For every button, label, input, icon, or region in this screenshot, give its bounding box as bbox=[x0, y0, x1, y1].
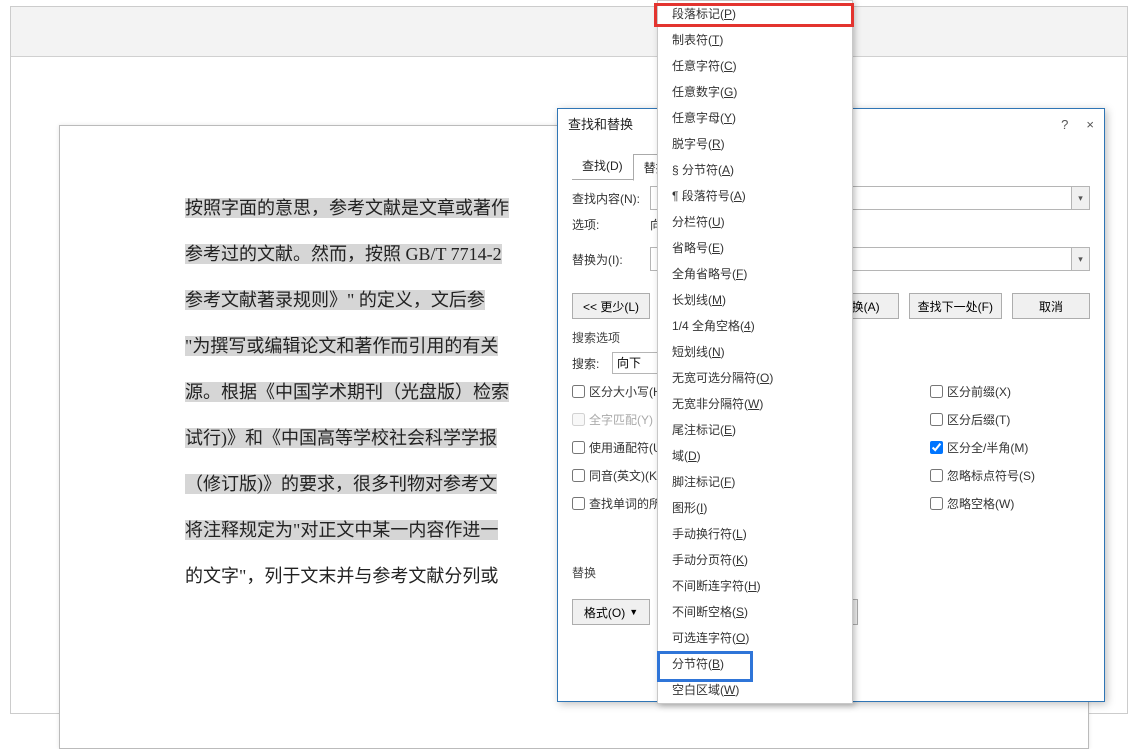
checkbox-label: 区分大小写(H) bbox=[589, 383, 666, 400]
special-menu-item[interactable]: 1/4 全角空格(4) bbox=[658, 313, 852, 339]
checkbox-fullhalf[interactable]: 区分全/半角(M) bbox=[930, 436, 1090, 458]
checkbox-label: 使用通配符(U) bbox=[589, 439, 666, 456]
format-button[interactable]: 格式(O)▼ bbox=[572, 599, 650, 625]
less-button[interactable]: << 更少(L) bbox=[572, 293, 650, 319]
special-menu-item[interactable]: 短划线(N) bbox=[658, 339, 852, 365]
special-menu-item[interactable]: 不间断空格(S) bbox=[658, 599, 852, 625]
checkbox-label: 忽略空格(W) bbox=[947, 495, 1014, 512]
doc-line: 的文字"，列于文末并与参考文献分列或 bbox=[185, 553, 555, 599]
cancel-button[interactable]: 取消 bbox=[1012, 293, 1090, 319]
find-label: 查找内容(N): bbox=[572, 190, 650, 207]
checkbox-input-allforms[interactable] bbox=[572, 497, 585, 510]
checkbox-suffix[interactable]: 区分后缀(T) bbox=[930, 408, 1090, 430]
find-next-button[interactable]: 查找下一处(F) bbox=[909, 293, 1002, 319]
special-menu-item[interactable]: 段落标记(P) bbox=[658, 1, 852, 27]
ribbon-placeholder bbox=[11, 7, 1127, 57]
checkbox-input-wildcard[interactable] bbox=[572, 441, 585, 454]
special-menu-item[interactable]: 长划线(M) bbox=[658, 287, 852, 313]
special-menu-item[interactable]: 省略号(E) bbox=[658, 235, 852, 261]
dialog-title: 查找和替换 bbox=[568, 109, 633, 141]
tab-find[interactable]: 查找(D) bbox=[572, 153, 633, 180]
special-menu-item[interactable]: 手动换行符(L) bbox=[658, 521, 852, 547]
doc-line: 将注释规定为"对正文中某一内容作进一 bbox=[185, 507, 555, 553]
replace-label: 替换为(I): bbox=[572, 251, 650, 268]
special-menu-item[interactable]: 域(D) bbox=[658, 443, 852, 469]
special-menu-item[interactable]: 分栏符(U) bbox=[658, 209, 852, 235]
special-menu-item[interactable]: 全角省略号(F) bbox=[658, 261, 852, 287]
checkbox-label: 区分后缀(T) bbox=[947, 411, 1010, 428]
checkbox-input-homophone[interactable] bbox=[572, 469, 585, 482]
checkbox-label: 全字匹配(Y) bbox=[589, 411, 653, 428]
special-menu-item[interactable]: 不间断连字符(H) bbox=[658, 573, 852, 599]
checkbox-ignorepunct[interactable]: 忽略标点符号(S) bbox=[930, 464, 1090, 486]
options-label: 选项: bbox=[572, 216, 650, 233]
special-menu-item[interactable]: 任意字符(C) bbox=[658, 53, 852, 79]
special-menu-item[interactable]: 任意数字(G) bbox=[658, 79, 852, 105]
special-menu-item[interactable]: 无宽可选分隔符(O) bbox=[658, 365, 852, 391]
checkbox-label: 同音(英文)(K) bbox=[589, 467, 661, 484]
checkbox-prefix[interactable]: 区分前缀(X) bbox=[930, 380, 1090, 402]
checkbox-ignorespace[interactable]: 忽略空格(W) bbox=[930, 492, 1090, 514]
doc-line: 试行)》和《中国高等学校社会科学学报 bbox=[185, 415, 555, 461]
special-menu-item[interactable]: 尾注标记(E) bbox=[658, 417, 852, 443]
checkbox-input-case[interactable] bbox=[572, 385, 585, 398]
checkbox-input-prefix[interactable] bbox=[930, 385, 943, 398]
close-icon[interactable]: × bbox=[1086, 109, 1094, 141]
special-menu-item[interactable]: 分节符(B) bbox=[658, 651, 852, 677]
special-format-menu: 段落标记(P)制表符(T)任意字符(C)任意数字(G)任意字母(Y)脱字号(R)… bbox=[657, 0, 853, 704]
doc-line: "为撰写或编辑论文和著作而引用的有关 bbox=[185, 323, 555, 369]
special-menu-item[interactable]: § 分节符(A) bbox=[658, 157, 852, 183]
special-menu-item[interactable]: 可选连字符(O) bbox=[658, 625, 852, 651]
doc-line: 参考过的文献。然而，按照 GB/T 7714-2 bbox=[185, 231, 555, 277]
help-icon[interactable]: ? bbox=[1061, 109, 1068, 141]
doc-line: 参考文献著录规则》" 的定义，文后参 bbox=[185, 277, 555, 323]
replace-dropdown-icon[interactable]: ▾ bbox=[1072, 247, 1090, 271]
doc-line: 源。根据《中国学术期刊（光盘版）检索 bbox=[185, 369, 555, 415]
checkbox-label: 忽略标点符号(S) bbox=[947, 467, 1035, 484]
special-menu-item[interactable]: 任意字母(Y) bbox=[658, 105, 852, 131]
checkbox-input-whole bbox=[572, 413, 585, 426]
doc-line: 按照字面的意思，参考文献是文章或著作 bbox=[185, 185, 555, 231]
checkbox-input-suffix[interactable] bbox=[930, 413, 943, 426]
checkbox-input-ignorepunct[interactable] bbox=[930, 469, 943, 482]
special-menu-item[interactable]: 手动分页符(K) bbox=[658, 547, 852, 573]
special-menu-item[interactable]: 脚注标记(F) bbox=[658, 469, 852, 495]
special-menu-item[interactable]: 图形(I) bbox=[658, 495, 852, 521]
checkbox-label: 区分全/半角(M) bbox=[947, 439, 1028, 456]
doc-line: （修订版)》的要求，很多刊物对参考文 bbox=[185, 461, 555, 507]
document-body: 按照字面的意思，参考文献是文章或著作 参考过的文献。然而，按照 GB/T 771… bbox=[185, 185, 555, 599]
special-menu-item[interactable]: 空白区域(W) bbox=[658, 677, 852, 703]
checkbox-input-ignorespace[interactable] bbox=[930, 497, 943, 510]
search-label: 搜索: bbox=[572, 355, 612, 372]
checkbox-label: 区分前缀(X) bbox=[947, 383, 1011, 400]
special-menu-item[interactable]: ¶ 段落符号(A) bbox=[658, 183, 852, 209]
checkbox-input-fullhalf[interactable] bbox=[930, 441, 943, 454]
special-menu-item[interactable]: 制表符(T) bbox=[658, 27, 852, 53]
find-dropdown-icon[interactable]: ▾ bbox=[1072, 186, 1090, 210]
special-menu-item[interactable]: 脱字号(R) bbox=[658, 131, 852, 157]
special-menu-item[interactable]: 无宽非分隔符(W) bbox=[658, 391, 852, 417]
chevron-down-icon: ▼ bbox=[629, 607, 638, 617]
